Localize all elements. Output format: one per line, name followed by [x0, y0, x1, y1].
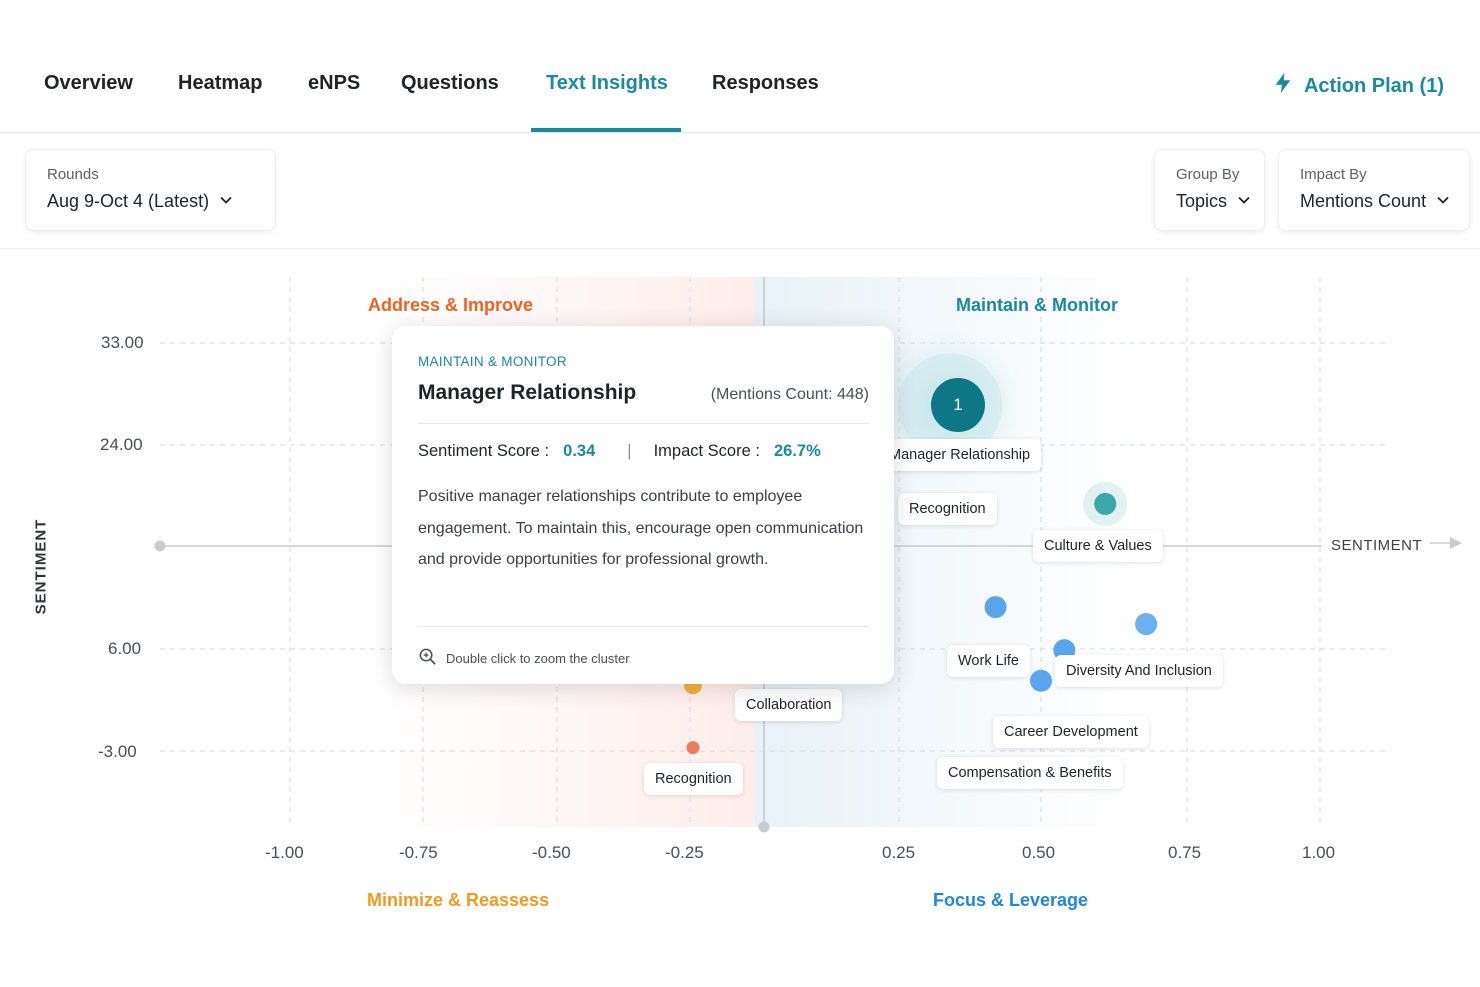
tab-responses[interactable]: Responses: [712, 72, 819, 95]
bubble-label-career-development[interactable]: Career Development: [993, 716, 1149, 748]
axis-origin-dot: [154, 540, 166, 552]
tab-text-insights[interactable]: Text Insights: [546, 72, 668, 95]
tab-heatmap[interactable]: Heatmap: [178, 72, 262, 95]
x-tick-label: -0.75: [399, 843, 438, 862]
impact-score-value: 26.7%: [773, 442, 821, 460]
x-tick-label: 0.75: [1168, 843, 1202, 862]
zoom-icon: [418, 647, 437, 669]
impact-by-value: Mentions Count: [1300, 191, 1427, 211]
action-plan-button[interactable]: Action Plan (1): [1272, 72, 1444, 100]
tooltip-footer-hint: Double click to zoom the cluster: [446, 650, 630, 666]
bubble-label-collaboration[interactable]: Collaboration: [735, 689, 843, 721]
bubble-label-compensation-benefits[interactable]: Compensation & Benefits: [937, 757, 1123, 789]
lightning-icon: [1272, 72, 1294, 100]
point-culture-and-values[interactable]: [1094, 492, 1117, 515]
impact-by-select[interactable]: Impact By Mentions Count: [1278, 149, 1470, 231]
point-work-life[interactable]: [984, 596, 1007, 619]
tab-bar: Overview Heatmap eNPS Questions Text Ins…: [0, 0, 1480, 133]
tooltip-title: Manager Relationship: [418, 381, 637, 404]
group-by-select[interactable]: Group By Topics: [1154, 149, 1265, 231]
x-tick-label: 1.00: [1302, 843, 1336, 862]
x-tick-label: 0.25: [882, 843, 916, 862]
rounds-value: Aug 9-Oct 4 (Latest): [47, 191, 210, 211]
impact-score-label: Impact Score :: [653, 442, 760, 460]
point-recognition[interactable]: [686, 741, 700, 755]
sentiment-score-label: Sentiment Score :: [418, 442, 550, 460]
topic-tooltip: MAINTAIN & MONITOR Manager Relationship …: [392, 326, 894, 684]
y-tick-label: 33.00: [101, 333, 144, 352]
bubble-label-recognition-negative[interactable]: Recognition: [644, 763, 743, 795]
tooltip-mentions-count: (Mentions Count: 448): [710, 386, 869, 403]
tab-overview[interactable]: Overview: [44, 72, 133, 95]
rounds-label: Rounds: [47, 166, 99, 183]
point-compensation-and-benefits[interactable]: [1135, 613, 1158, 636]
filter-bar: Rounds Aug 9-Oct 4 (Latest) Group By Top…: [0, 133, 1480, 249]
score-separator: |: [627, 442, 632, 460]
tab-questions[interactable]: Questions: [401, 72, 499, 95]
y-axis-title: SENTIMENT: [32, 518, 50, 615]
sentiment-score-value: 0.34: [563, 442, 596, 460]
x-tick-label: -0.25: [665, 843, 704, 862]
bubble-label-recognition[interactable]: Recognition: [898, 493, 997, 525]
arrow-right-icon: [1430, 536, 1464, 554]
axis-origin-dot: [758, 821, 770, 833]
bubble-label-work-life[interactable]: Work Life: [947, 645, 1030, 677]
x-tick-label: -0.50: [532, 843, 571, 862]
chevron-down-icon: [1436, 191, 1450, 212]
y-tick-label: 24.00: [100, 435, 143, 454]
tooltip-description: Positive manager relationships contribut…: [418, 488, 864, 568]
x-axis-title-text: SENTIMENT: [1331, 536, 1423, 554]
bubble-label-culture-values[interactable]: Culture & Values: [1033, 530, 1163, 562]
quadrant-label-address-improve: Address & Improve: [368, 295, 534, 315]
x-tick-label: -1.00: [265, 843, 304, 862]
rounds-select[interactable]: Rounds Aug 9-Oct 4 (Latest): [25, 149, 276, 231]
sentiment-impact-chart: SENTIMENT 33.00 24.00 6.00 -3.00 -1.00 -…: [0, 249, 1480, 987]
tooltip-quadrant: MAINTAIN & MONITOR: [418, 354, 567, 369]
point-career-development[interactable]: [1030, 669, 1052, 692]
quadrant-label-maintain-monitor: Maintain & Monitor: [956, 295, 1118, 315]
cluster-badge[interactable]: 1: [931, 378, 985, 432]
chevron-down-icon: [1237, 191, 1251, 212]
tooltip-divider: [418, 423, 869, 424]
group-by-label: Group By: [1176, 166, 1240, 183]
tab-enps[interactable]: eNPS: [308, 72, 360, 95]
y-tick-label: 6.00: [108, 639, 142, 658]
quadrant-label-focus-leverage: Focus & Leverage: [933, 890, 1089, 910]
active-tab-indicator: [531, 128, 681, 132]
bubble-label-diversity-inclusion[interactable]: Diversity And Inclusion: [1055, 655, 1223, 687]
chevron-down-icon: [219, 191, 233, 212]
quadrant-label-minimize-reassess: Minimize & Reassess: [367, 890, 550, 910]
impact-by-label: Impact By: [1300, 166, 1367, 183]
x-axis-title: SENTIMENT: [1331, 536, 1464, 554]
action-plan-label: Action Plan (1): [1303, 74, 1444, 97]
y-tick-label: -3.00: [98, 742, 137, 761]
x-tick-label: 0.50: [1022, 843, 1056, 862]
group-by-value: Topics: [1176, 191, 1228, 211]
bubble-label-manager-relationship[interactable]: Manager Relationship: [878, 439, 1042, 471]
